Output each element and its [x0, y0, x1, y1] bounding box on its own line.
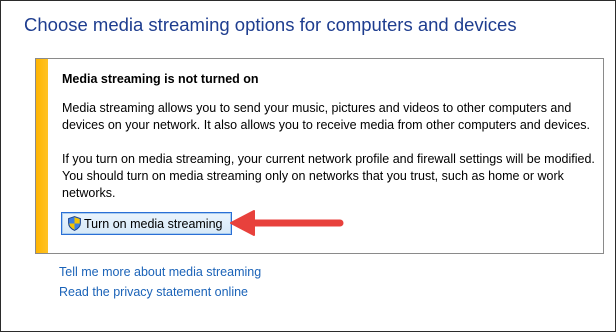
- red-arrow-annotation: [230, 210, 344, 236]
- turn-on-media-streaming-button[interactable]: Turn on media streaming: [61, 212, 232, 235]
- description-paragraph: Media streaming allows you to send your …: [62, 101, 591, 132]
- window-frame: Choose media streaming options for compu…: [0, 0, 616, 332]
- warning-stripe: [36, 59, 48, 253]
- panel-heading: Media streaming is not turned on: [62, 72, 259, 86]
- page-title: Choose media streaming options for compu…: [24, 14, 517, 35]
- uac-shield-icon: [68, 216, 81, 231]
- button-label: Turn on media streaming: [84, 216, 223, 231]
- warning-paragraph: If you turn on media streaming, your cur…: [62, 152, 595, 200]
- tell-me-more-link[interactable]: Tell me more about media streaming: [59, 265, 261, 279]
- privacy-statement-link[interactable]: Read the privacy statement online: [59, 285, 248, 299]
